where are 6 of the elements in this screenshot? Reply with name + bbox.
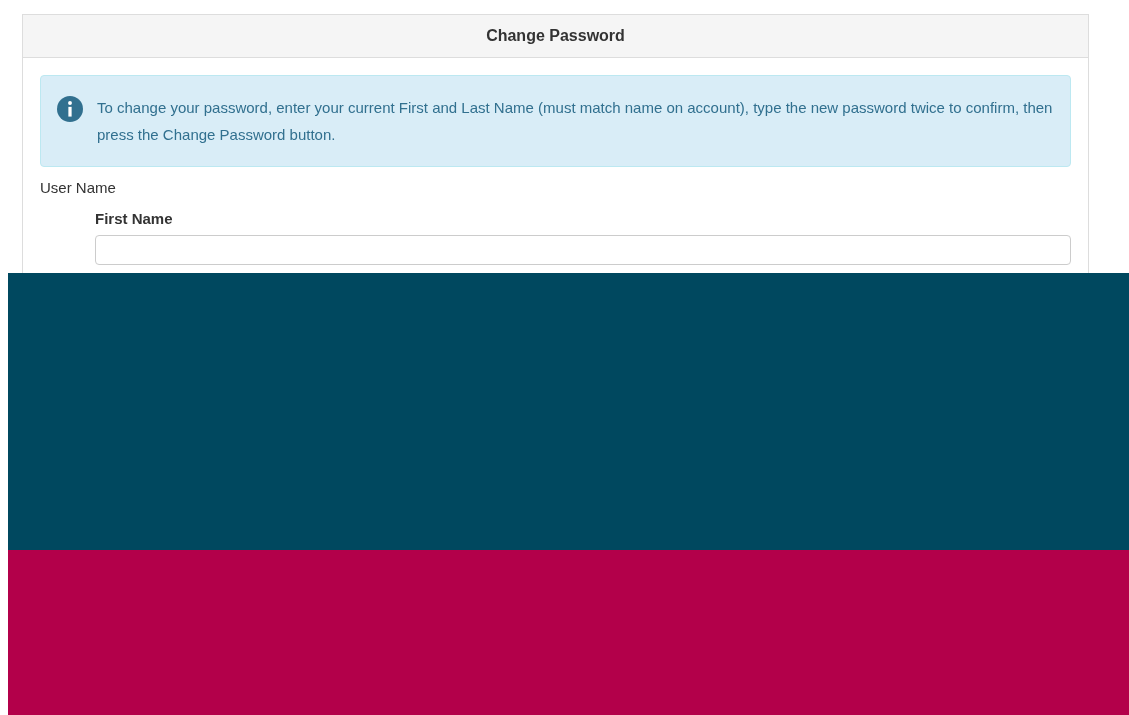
input-field[interactable] xyxy=(95,235,1071,265)
dialog-title: Change Password xyxy=(486,27,625,45)
user-name-label: User Name xyxy=(40,179,117,196)
instructions-text: To change your password, enter your current First and Last Name (must match name on account), type the new password twice to confirm, then press the Change Password button. xyxy=(97,98,1054,145)
field-label: First Name xyxy=(95,210,174,227)
info-icon xyxy=(57,96,83,122)
